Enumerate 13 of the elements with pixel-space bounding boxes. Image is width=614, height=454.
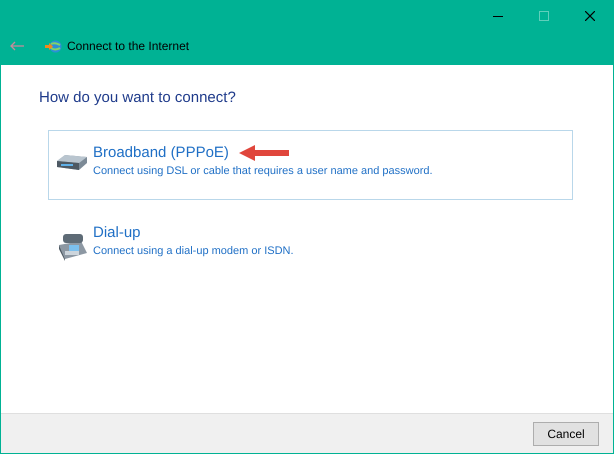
window-title: Connect to the Internet bbox=[67, 38, 190, 55]
connection-option[interactable]: Broadband (PPPoE) Connect using DSL or cable that requires a user name and password. bbox=[48, 130, 573, 200]
cancel-button[interactable]: Cancel bbox=[533, 422, 599, 446]
back-arrow-icon bbox=[10, 41, 24, 51]
page-heading: How do you want to connect? bbox=[39, 88, 237, 108]
close-icon bbox=[585, 11, 595, 21]
connection-option[interactable]: Dial-up Connect using a dial-up modem or ISDN. bbox=[48, 210, 573, 280]
option-title: Dial-up bbox=[93, 222, 141, 242]
globe-icon bbox=[45, 40, 62, 52]
maximize-icon bbox=[539, 11, 549, 21]
option-title: Broadband (PPPoE) bbox=[93, 142, 229, 162]
option-description: Connect using DSL or cable that requires a user name and password. bbox=[93, 164, 433, 178]
option-description: Connect using a dial-up modem or ISDN. bbox=[93, 244, 294, 258]
